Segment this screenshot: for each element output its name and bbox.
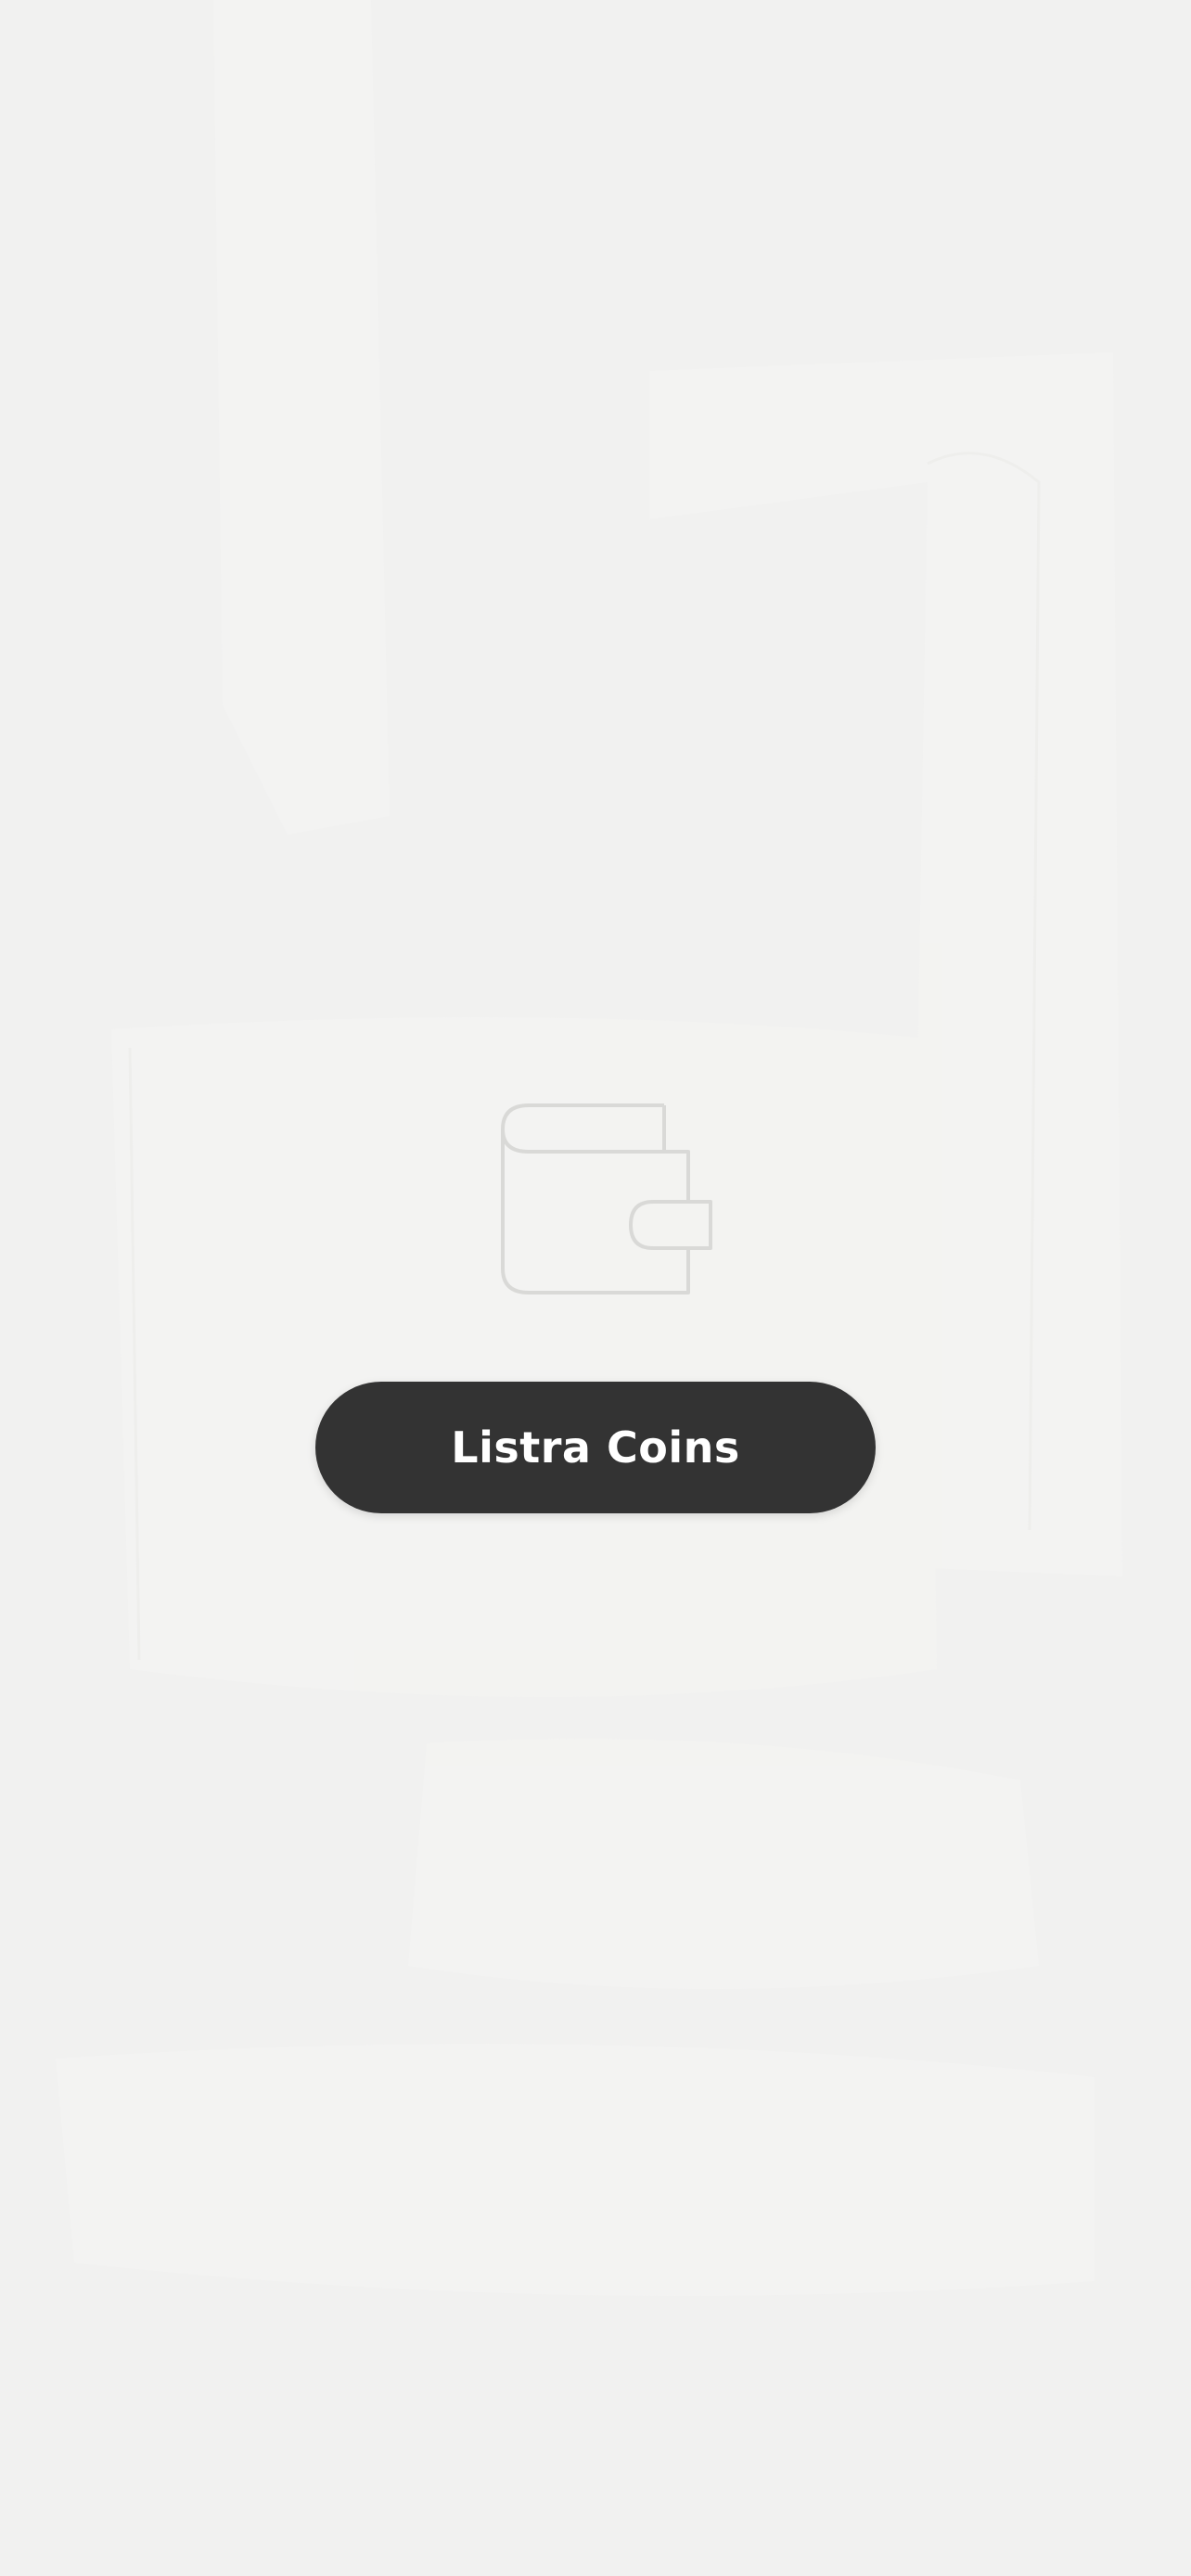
listra-coins-button[interactable]: Listra Coins <box>315 1382 876 1513</box>
listra-coins-button-label: Listra Coins <box>451 1422 740 1473</box>
wallet-icon <box>501 1103 712 1294</box>
app-screen: Listra Coins <box>0 0 1191 2576</box>
